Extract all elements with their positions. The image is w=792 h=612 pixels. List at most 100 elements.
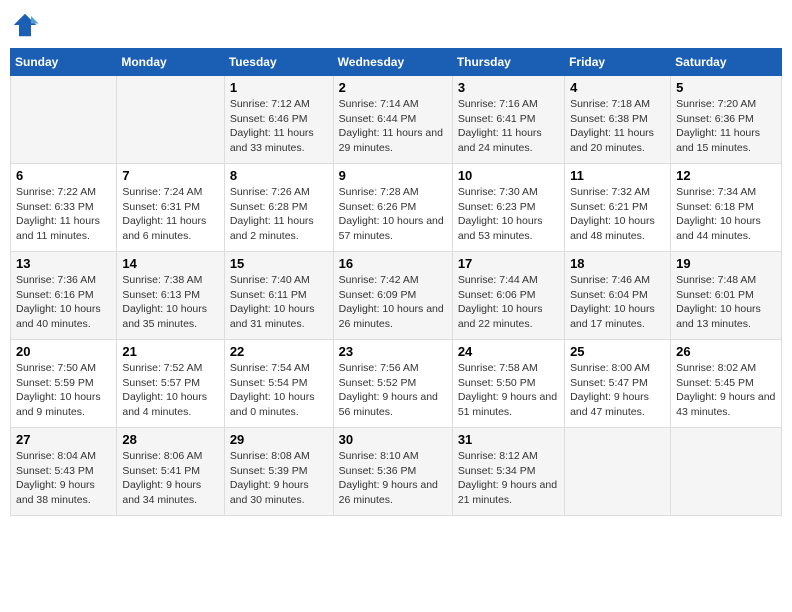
day-cell: 15 Sunrise: 7:40 AMSunset: 6:11 PMDaylig…	[224, 252, 333, 340]
day-number: 6	[16, 168, 111, 183]
column-header-friday: Friday	[565, 49, 671, 76]
day-number: 20	[16, 344, 111, 359]
day-number: 23	[339, 344, 447, 359]
day-number: 8	[230, 168, 328, 183]
day-cell: 17 Sunrise: 7:44 AMSunset: 6:06 PMDaylig…	[452, 252, 564, 340]
day-number: 12	[676, 168, 776, 183]
day-info: Sunrise: 7:22 AMSunset: 6:33 PMDaylight:…	[16, 185, 111, 244]
day-info: Sunrise: 7:42 AMSunset: 6:09 PMDaylight:…	[339, 273, 447, 332]
day-cell: 4 Sunrise: 7:18 AMSunset: 6:38 PMDayligh…	[565, 76, 671, 164]
day-number: 25	[570, 344, 665, 359]
week-row-2: 6 Sunrise: 7:22 AMSunset: 6:33 PMDayligh…	[11, 164, 782, 252]
day-number: 16	[339, 256, 447, 271]
day-cell: 29 Sunrise: 8:08 AMSunset: 5:39 PMDaylig…	[224, 428, 333, 516]
day-cell: 3 Sunrise: 7:16 AMSunset: 6:41 PMDayligh…	[452, 76, 564, 164]
week-row-4: 20 Sunrise: 7:50 AMSunset: 5:59 PMDaylig…	[11, 340, 782, 428]
day-number: 27	[16, 432, 111, 447]
week-row-1: 1 Sunrise: 7:12 AMSunset: 6:46 PMDayligh…	[11, 76, 782, 164]
day-number: 29	[230, 432, 328, 447]
day-cell: 22 Sunrise: 7:54 AMSunset: 5:54 PMDaylig…	[224, 340, 333, 428]
week-row-3: 13 Sunrise: 7:36 AMSunset: 6:16 PMDaylig…	[11, 252, 782, 340]
column-header-monday: Monday	[117, 49, 224, 76]
day-info: Sunrise: 7:36 AMSunset: 6:16 PMDaylight:…	[16, 273, 111, 332]
day-number: 19	[676, 256, 776, 271]
column-header-sunday: Sunday	[11, 49, 117, 76]
day-cell	[117, 76, 224, 164]
day-cell: 9 Sunrise: 7:28 AMSunset: 6:26 PMDayligh…	[333, 164, 452, 252]
day-number: 3	[458, 80, 559, 95]
logo	[10, 10, 44, 40]
day-cell: 13 Sunrise: 7:36 AMSunset: 6:16 PMDaylig…	[11, 252, 117, 340]
day-info: Sunrise: 7:28 AMSunset: 6:26 PMDaylight:…	[339, 185, 447, 244]
column-header-wednesday: Wednesday	[333, 49, 452, 76]
day-cell: 11 Sunrise: 7:32 AMSunset: 6:21 PMDaylig…	[565, 164, 671, 252]
column-header-saturday: Saturday	[671, 49, 782, 76]
week-row-5: 27 Sunrise: 8:04 AMSunset: 5:43 PMDaylig…	[11, 428, 782, 516]
day-cell: 31 Sunrise: 8:12 AMSunset: 5:34 PMDaylig…	[452, 428, 564, 516]
day-cell: 1 Sunrise: 7:12 AMSunset: 6:46 PMDayligh…	[224, 76, 333, 164]
day-info: Sunrise: 7:18 AMSunset: 6:38 PMDaylight:…	[570, 97, 665, 156]
day-cell: 27 Sunrise: 8:04 AMSunset: 5:43 PMDaylig…	[11, 428, 117, 516]
day-cell	[565, 428, 671, 516]
day-info: Sunrise: 7:30 AMSunset: 6:23 PMDaylight:…	[458, 185, 559, 244]
day-info: Sunrise: 8:02 AMSunset: 5:45 PMDaylight:…	[676, 361, 776, 420]
day-info: Sunrise: 8:00 AMSunset: 5:47 PMDaylight:…	[570, 361, 665, 420]
column-header-thursday: Thursday	[452, 49, 564, 76]
day-info: Sunrise: 7:46 AMSunset: 6:04 PMDaylight:…	[570, 273, 665, 332]
day-info: Sunrise: 7:40 AMSunset: 6:11 PMDaylight:…	[230, 273, 328, 332]
day-info: Sunrise: 7:38 AMSunset: 6:13 PMDaylight:…	[122, 273, 218, 332]
day-cell: 19 Sunrise: 7:48 AMSunset: 6:01 PMDaylig…	[671, 252, 782, 340]
day-number: 13	[16, 256, 111, 271]
day-number: 15	[230, 256, 328, 271]
day-cell: 21 Sunrise: 7:52 AMSunset: 5:57 PMDaylig…	[117, 340, 224, 428]
day-cell: 26 Sunrise: 8:02 AMSunset: 5:45 PMDaylig…	[671, 340, 782, 428]
day-info: Sunrise: 8:12 AMSunset: 5:34 PMDaylight:…	[458, 449, 559, 508]
day-info: Sunrise: 7:24 AMSunset: 6:31 PMDaylight:…	[122, 185, 218, 244]
day-cell: 23 Sunrise: 7:56 AMSunset: 5:52 PMDaylig…	[333, 340, 452, 428]
day-cell: 16 Sunrise: 7:42 AMSunset: 6:09 PMDaylig…	[333, 252, 452, 340]
day-cell	[671, 428, 782, 516]
day-cell: 10 Sunrise: 7:30 AMSunset: 6:23 PMDaylig…	[452, 164, 564, 252]
day-number: 1	[230, 80, 328, 95]
day-number: 5	[676, 80, 776, 95]
day-info: Sunrise: 7:32 AMSunset: 6:21 PMDaylight:…	[570, 185, 665, 244]
day-number: 4	[570, 80, 665, 95]
day-cell: 30 Sunrise: 8:10 AMSunset: 5:36 PMDaylig…	[333, 428, 452, 516]
logo-icon	[10, 10, 40, 40]
day-info: Sunrise: 7:54 AMSunset: 5:54 PMDaylight:…	[230, 361, 328, 420]
day-number: 7	[122, 168, 218, 183]
day-info: Sunrise: 7:58 AMSunset: 5:50 PMDaylight:…	[458, 361, 559, 420]
day-info: Sunrise: 7:12 AMSunset: 6:46 PMDaylight:…	[230, 97, 328, 156]
day-number: 18	[570, 256, 665, 271]
day-cell: 5 Sunrise: 7:20 AMSunset: 6:36 PMDayligh…	[671, 76, 782, 164]
day-number: 22	[230, 344, 328, 359]
day-number: 26	[676, 344, 776, 359]
day-number: 9	[339, 168, 447, 183]
day-number: 2	[339, 80, 447, 95]
day-info: Sunrise: 8:04 AMSunset: 5:43 PMDaylight:…	[16, 449, 111, 508]
day-info: Sunrise: 7:44 AMSunset: 6:06 PMDaylight:…	[458, 273, 559, 332]
day-cell: 14 Sunrise: 7:38 AMSunset: 6:13 PMDaylig…	[117, 252, 224, 340]
day-cell: 12 Sunrise: 7:34 AMSunset: 6:18 PMDaylig…	[671, 164, 782, 252]
day-cell: 2 Sunrise: 7:14 AMSunset: 6:44 PMDayligh…	[333, 76, 452, 164]
day-info: Sunrise: 7:20 AMSunset: 6:36 PMDaylight:…	[676, 97, 776, 156]
day-cell: 24 Sunrise: 7:58 AMSunset: 5:50 PMDaylig…	[452, 340, 564, 428]
day-number: 28	[122, 432, 218, 447]
day-info: Sunrise: 7:26 AMSunset: 6:28 PMDaylight:…	[230, 185, 328, 244]
calendar-table: SundayMondayTuesdayWednesdayThursdayFrid…	[10, 48, 782, 516]
day-number: 14	[122, 256, 218, 271]
day-number: 31	[458, 432, 559, 447]
calendar-header-row: SundayMondayTuesdayWednesdayThursdayFrid…	[11, 49, 782, 76]
day-info: Sunrise: 8:06 AMSunset: 5:41 PMDaylight:…	[122, 449, 218, 508]
day-cell: 18 Sunrise: 7:46 AMSunset: 6:04 PMDaylig…	[565, 252, 671, 340]
day-cell: 25 Sunrise: 8:00 AMSunset: 5:47 PMDaylig…	[565, 340, 671, 428]
column-header-tuesday: Tuesday	[224, 49, 333, 76]
day-cell: 28 Sunrise: 8:06 AMSunset: 5:41 PMDaylig…	[117, 428, 224, 516]
day-info: Sunrise: 7:48 AMSunset: 6:01 PMDaylight:…	[676, 273, 776, 332]
day-cell	[11, 76, 117, 164]
day-cell: 8 Sunrise: 7:26 AMSunset: 6:28 PMDayligh…	[224, 164, 333, 252]
day-info: Sunrise: 7:52 AMSunset: 5:57 PMDaylight:…	[122, 361, 218, 420]
day-cell: 7 Sunrise: 7:24 AMSunset: 6:31 PMDayligh…	[117, 164, 224, 252]
day-info: Sunrise: 7:16 AMSunset: 6:41 PMDaylight:…	[458, 97, 559, 156]
day-info: Sunrise: 8:10 AMSunset: 5:36 PMDaylight:…	[339, 449, 447, 508]
